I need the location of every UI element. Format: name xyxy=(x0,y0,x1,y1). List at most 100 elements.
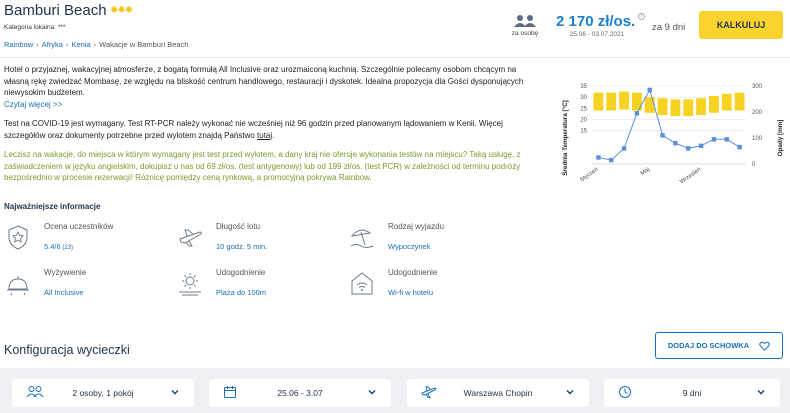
info-trip-type: Rodzaj wyjazdu Wypoczynek xyxy=(348,219,518,259)
info-board: Wyżywienie All Inclusive xyxy=(4,265,174,305)
info-label: Wyżywienie xyxy=(44,268,87,277)
dates-value: 25.06 - 3.07 xyxy=(277,388,323,398)
info-icon[interactable]: i xyxy=(638,13,646,20)
people-icon xyxy=(514,15,536,27)
star-rating: ✹✹✹ xyxy=(110,5,133,16)
price-block: 2 170 zł/os. i 25.06 - 03.07.2021 xyxy=(556,13,646,38)
info-label: Ocena uczestników xyxy=(44,222,114,231)
temperature-bar xyxy=(619,91,629,110)
price-dates: 25.06 - 03.07.2021 xyxy=(569,31,625,38)
calculate-button[interactable]: KALKULUJ xyxy=(699,11,783,39)
local-category: Kategoria lokalna: *** xyxy=(4,24,66,31)
x-tick-label: Maj xyxy=(640,167,651,177)
precipitation-point xyxy=(737,144,742,150)
breadcrumb-current: Wakacje w Bamburi Beach xyxy=(99,40,189,49)
temperature-bar xyxy=(734,92,745,111)
hotel-description: Hotel o przyjaznej, wakacyjnej atmosferz… xyxy=(4,64,540,192)
departure-airport-selector[interactable]: Warszawa Chopin xyxy=(407,379,589,407)
info-wifi: Udogodnienie Wi-fi w hotelu xyxy=(348,265,518,305)
y-tick-label: 35 xyxy=(580,84,587,90)
precipitation-point xyxy=(634,111,640,116)
chevron-down-icon xyxy=(171,390,179,395)
precipitation-point xyxy=(596,155,601,160)
food-cloche-icon xyxy=(7,276,29,296)
breadcrumb-afryka[interactable]: Afryka xyxy=(42,40,63,49)
price-amount: 2 170 zł/os. xyxy=(556,13,636,30)
per-person-indicator: za osobę xyxy=(508,14,542,37)
guests-selector[interactable]: 2 osoby, 1 pokój xyxy=(12,379,194,407)
x-tick-label: Styczeń xyxy=(579,167,599,184)
y-right-tick-label: 0 xyxy=(752,162,756,168)
y-tick-label: 20 xyxy=(580,117,587,123)
add-to-favorites-button[interactable]: DODAJ DO SCHOWKA xyxy=(655,332,783,359)
y-axis-label-precipitation: Opady [mm] xyxy=(777,120,784,157)
chevron-right-icon: › xyxy=(65,40,69,49)
dates-selector[interactable]: 25.06 - 3.07 xyxy=(209,379,391,407)
breadcrumb: Rainbow › Afryka › Kenia › Wakacje w Bamburi B… xyxy=(4,40,188,49)
guests-value: 2 osoby, 1 pokój xyxy=(72,388,134,398)
rating-value: 5.4/6 xyxy=(44,242,61,251)
y-right-tick-label: 200 xyxy=(752,110,763,116)
precipitation-point xyxy=(609,157,614,163)
climate-chart: Średnia Temperatura [°C] Opady [mm] 15 20… xyxy=(560,84,784,185)
chevron-down-icon xyxy=(368,390,376,395)
covid-info: Test na COVID-19 jest wymagany. Test RT-… xyxy=(4,118,540,141)
key-info-title: Najważniejsze informacje xyxy=(4,202,101,211)
info-value: Plaża do 100m xyxy=(216,288,267,297)
info-label: Udogodnienie xyxy=(388,268,438,277)
breadcrumb-kenia[interactable]: Kenia xyxy=(71,40,90,49)
temperature-bar xyxy=(721,93,732,111)
precipitation-point xyxy=(724,137,729,142)
info-value: All Inclusive xyxy=(44,288,84,297)
covid-info-text: Test na COVID-19 jest wymagany. Test RT-… xyxy=(4,119,503,140)
info-label: Długość lotu xyxy=(216,222,261,231)
temperature-bar xyxy=(644,97,655,113)
covid-info-end: . xyxy=(272,130,275,140)
sun-beach-icon xyxy=(179,273,201,296)
info-rating: Ocena uczestników 5.4/6 (23) xyxy=(4,219,174,259)
precipitation-point xyxy=(621,146,627,151)
precipitation-point xyxy=(673,141,678,146)
info-value: 5.4/6 (23) xyxy=(44,242,73,251)
header-divider xyxy=(0,57,790,58)
chevron-down-icon xyxy=(757,390,765,395)
precipitation-point xyxy=(686,146,691,151)
page-header: Bamburi Beach ✹✹✹ Kategoria lokalna: ***… xyxy=(0,0,790,58)
description-paragraph: Hotel o przyjaznej, wakacyjnej atmosferz… xyxy=(4,65,524,97)
wifi-house-icon xyxy=(351,272,373,295)
precipitation-point xyxy=(711,137,717,142)
temperature-bar xyxy=(683,99,694,117)
trip-config-bar: 2 osoby, 1 pokój 25.06 - 3.07 Warszawa C… xyxy=(0,368,790,413)
temperature-bar xyxy=(657,98,668,115)
duration-value: 9 dni xyxy=(682,388,702,398)
add-to-favorites-label: DODAJ DO SCHOWKA xyxy=(667,341,750,350)
temperature-bar xyxy=(606,92,617,111)
y-axis-label-temperature: Średnia Temperatura [°C] xyxy=(560,100,569,176)
info-label: Rodzaj wyjazdu xyxy=(388,222,445,231)
duration-selector[interactable]: 9 dni xyxy=(604,379,780,407)
breadcrumb-rainbow[interactable]: Rainbow xyxy=(4,40,33,49)
airport-value: Warszawa Chopin xyxy=(463,388,533,398)
precipitation-point xyxy=(698,143,704,148)
config-title: Konfiguracja wycieczki xyxy=(4,343,130,357)
covid-details-link[interactable]: tutaj xyxy=(257,131,272,140)
read-more-link[interactable]: Czytaj więcej >> xyxy=(4,99,540,111)
beach-umbrella-icon xyxy=(350,229,374,248)
info-value: Wi-fi w hotelu xyxy=(388,288,434,297)
plane-icon xyxy=(179,229,202,247)
trip-length: za 9 dni xyxy=(652,22,686,33)
temperature-bar xyxy=(696,98,706,115)
y-right-tick-label: 100 xyxy=(752,136,763,142)
chevron-down-icon xyxy=(566,390,574,395)
hotel-title: Bamburi Beach xyxy=(4,2,107,19)
chevron-right-icon: › xyxy=(93,40,97,49)
y-tick-label: 30 xyxy=(580,95,587,101)
covid-test-offer: Leczisz na wakacje, do miejsca w którym … xyxy=(4,150,521,182)
info-value: 10 godz. 5 min. xyxy=(216,242,268,251)
info-value: Wypoczynek xyxy=(388,242,431,251)
heart-icon xyxy=(759,341,770,351)
y-tick-label: 15 xyxy=(580,129,587,135)
temperature-bar xyxy=(593,92,604,111)
temperature-bar xyxy=(709,96,719,113)
per-person-label: za osobę xyxy=(511,30,539,37)
